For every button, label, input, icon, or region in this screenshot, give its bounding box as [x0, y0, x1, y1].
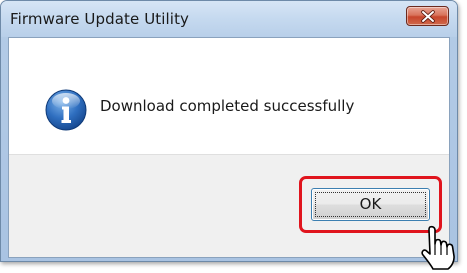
hand-pointer-cursor [421, 225, 455, 270]
ok-button-label: OK [359, 195, 382, 213]
title-bar[interactable]: Firmware Update Utility [1, 1, 457, 37]
ok-button[interactable]: OK [311, 188, 430, 221]
close-icon [421, 10, 435, 23]
close-button[interactable] [406, 6, 449, 26]
message-dialog: Firmware Update Utility Download complet… [0, 0, 458, 262]
info-icon [45, 89, 87, 131]
page: Firmware Update Utility Download complet… [0, 0, 467, 273]
window-title: Firmware Update Utility [10, 10, 190, 28]
message-text: Download completed successfully [100, 97, 355, 115]
message-area: Download completed successfully [9, 38, 449, 154]
button-bar: OK [9, 154, 449, 257]
dialog-content: Download completed successfully OK [8, 37, 450, 258]
